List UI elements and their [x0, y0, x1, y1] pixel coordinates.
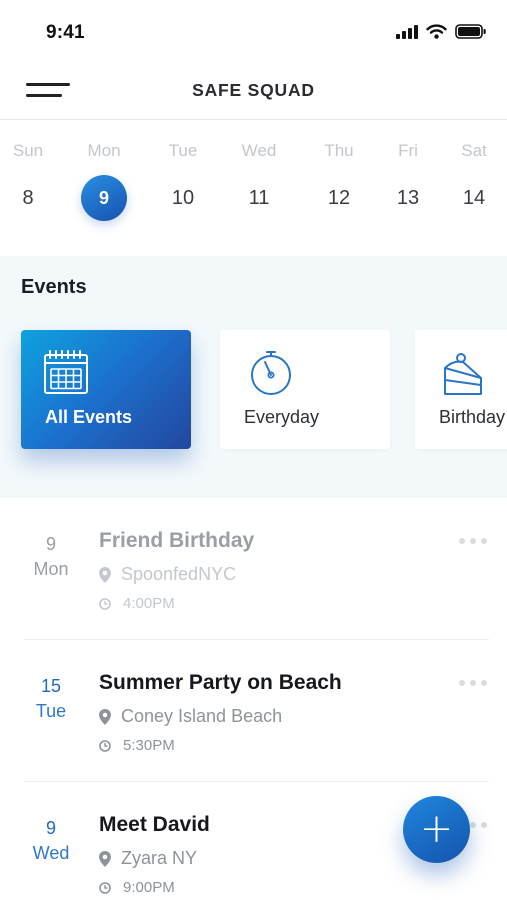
- day-name: Sun: [12, 141, 44, 160]
- category-everyday[interactable]: Everyday: [220, 330, 390, 449]
- status-bar: 9:41: [0, 0, 507, 62]
- event-date-day: Tue: [35, 701, 67, 721]
- status-icons: [396, 24, 487, 39]
- day-thu[interactable]: Thu 12: [307, 120, 371, 221]
- plus-icon: +: [419, 805, 454, 852]
- day-mon[interactable]: Mon 9: [72, 120, 136, 221]
- events-section: Events All Events Everyday Birthday: [0, 256, 507, 498]
- day-name: Sat: [461, 141, 487, 160]
- events-heading: Events: [21, 276, 87, 298]
- event-title: Summer Party on Beach: [99, 671, 342, 694]
- map-pin-icon: [99, 850, 111, 867]
- day-fri[interactable]: Fri 13: [376, 120, 440, 221]
- cellular-signal-icon: [396, 24, 418, 39]
- event-location: SpoonfedNYC: [99, 564, 236, 585]
- day-sat[interactable]: Sat 14: [442, 120, 506, 221]
- event-location-text: SpoonfedNYC: [121, 564, 237, 584]
- map-pin-icon: [99, 566, 111, 583]
- day-name: Tue: [168, 141, 198, 160]
- category-label: Birthday: [439, 407, 506, 427]
- clock-icon: [99, 597, 111, 610]
- category-all-events[interactable]: All Events: [21, 330, 191, 449]
- calendar-icon: [44, 350, 88, 394]
- day-number-selected: 9: [81, 175, 127, 221]
- add-event-button[interactable]: +: [403, 796, 470, 863]
- more-options-icon[interactable]: [459, 538, 487, 544]
- event-location: Coney Island Beach: [99, 706, 282, 727]
- app-header: SAFE SQUAD: [0, 62, 507, 120]
- wifi-icon: [426, 24, 447, 39]
- category-birthday[interactable]: Birthday: [415, 330, 507, 449]
- event-date-day: Wed: [32, 843, 70, 863]
- event-row[interactable]: 9 Mon Friend Birthday SpoonfedNYC 4:00PM: [0, 498, 507, 640]
- day-wed[interactable]: Wed 11: [227, 120, 291, 221]
- clock-icon: [99, 739, 111, 752]
- category-label: Everyday: [244, 407, 320, 427]
- more-options-icon[interactable]: [459, 680, 487, 686]
- event-location: Zyara NY: [99, 848, 197, 869]
- event-date-number: 9: [45, 818, 56, 838]
- event-location-text: Zyara NY: [121, 848, 198, 868]
- status-time: 9:41: [46, 22, 85, 43]
- event-time: 9:00PM: [99, 879, 175, 896]
- event-time: 5:30PM: [99, 737, 175, 754]
- battery-icon: [455, 24, 486, 39]
- clock-icon: [99, 881, 111, 894]
- day-sun[interactable]: Sun 8: [0, 120, 60, 221]
- page-title: SAFE SQUAD: [192, 80, 315, 100]
- event-time-text: 4:00PM: [123, 595, 175, 612]
- day-name: Mon: [87, 141, 121, 160]
- category-label: All Events: [45, 407, 133, 427]
- event-title: Meet David: [99, 813, 210, 836]
- map-pin-icon: [99, 708, 111, 725]
- day-name: Thu: [324, 141, 354, 160]
- event-row[interactable]: 15 Tue Summer Party on Beach Coney Islan…: [0, 640, 507, 782]
- week-day-selector: Sun 8 Mon 9 Tue 10 Wed 11 Thu 12 Fri 13 …: [0, 120, 507, 256]
- day-name: Fri: [398, 141, 418, 160]
- event-time-text: 9:00PM: [123, 879, 175, 896]
- event-date-day: Mon: [33, 559, 69, 579]
- cake-icon: [444, 353, 482, 395]
- event-time: 4:00PM: [99, 595, 175, 612]
- day-name: Wed: [241, 141, 277, 160]
- day-number: 8: [22, 187, 34, 209]
- day-number: 13: [396, 187, 420, 209]
- event-date-number: 15: [40, 676, 62, 696]
- event-time-text: 5:30PM: [123, 737, 175, 754]
- event-location-text: Coney Island Beach: [121, 706, 283, 726]
- day-number: 12: [327, 187, 351, 209]
- event-title: Friend Birthday: [99, 529, 255, 552]
- day-number: 11: [248, 187, 270, 209]
- day-number: 14: [462, 187, 486, 209]
- day-number: 10: [171, 187, 195, 209]
- stopwatch-icon: [251, 351, 291, 395]
- event-date-number: 9: [45, 534, 56, 554]
- day-tue[interactable]: Tue 10: [151, 120, 215, 221]
